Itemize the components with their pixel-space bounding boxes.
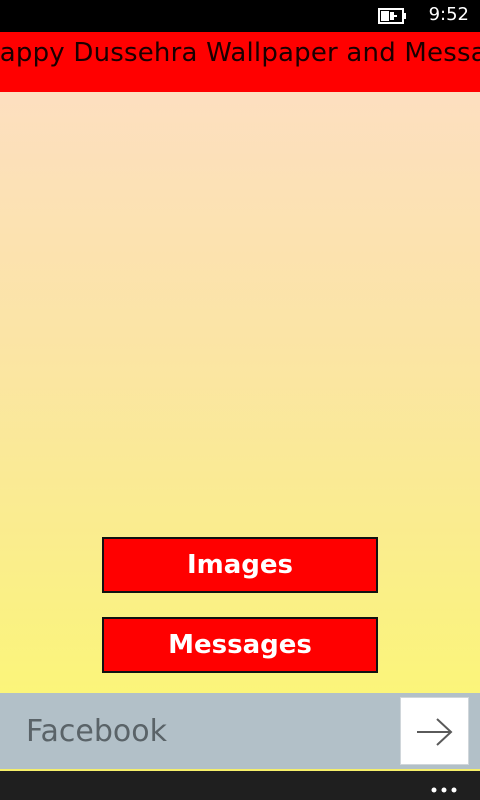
main-content: Images Messages (0, 92, 480, 693)
phone-screen: 9:52 Happy Dussehra Wallpaper and Messag… (0, 0, 480, 800)
app-bar (0, 771, 480, 800)
status-bar: 9:52 (0, 0, 480, 32)
more-ellipsis-icon[interactable] (430, 780, 458, 793)
images-button[interactable]: Images (102, 537, 378, 593)
app-title: Happy Dussehra Wallpaper and Messages (0, 38, 480, 68)
facebook-input[interactable] (0, 693, 398, 769)
title-banner: Happy Dussehra Wallpaper and Messages (0, 32, 480, 92)
arrow-right-icon (417, 718, 453, 746)
facebook-bar (0, 693, 480, 769)
messages-button[interactable]: Messages (102, 617, 378, 673)
go-button[interactable] (400, 697, 469, 765)
battery-charging-icon (378, 8, 408, 24)
clock: 9:52 (428, 4, 469, 25)
